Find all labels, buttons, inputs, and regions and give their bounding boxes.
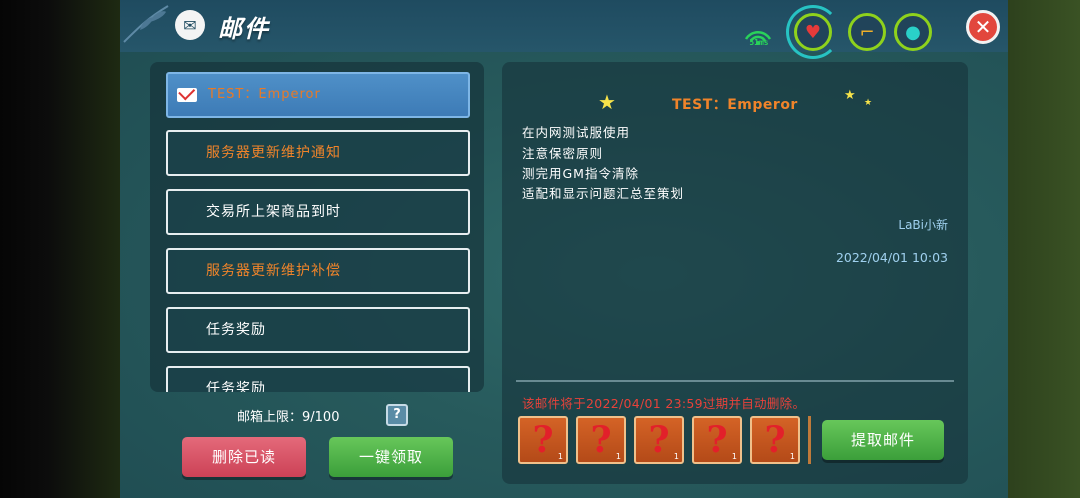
attachment-separator bbox=[808, 416, 811, 464]
screen-left-edge bbox=[0, 0, 120, 498]
close-button[interactable]: ✕ bbox=[966, 10, 1000, 44]
attachment-count: 1 bbox=[673, 452, 679, 461]
divider bbox=[516, 380, 954, 382]
envelope-icon bbox=[177, 88, 197, 102]
mail-body-line: 注意保密原则 bbox=[522, 146, 604, 161]
attachment-count: 1 bbox=[731, 452, 737, 461]
mail-item-label: TEST：Emperor bbox=[208, 87, 321, 102]
unknown-item-icon: ? bbox=[648, 419, 670, 461]
mail-title-icon: ✉ bbox=[175, 10, 205, 40]
star-icon: ★ bbox=[598, 90, 616, 114]
star-icon: ★ bbox=[844, 88, 856, 103]
mail-item-label: 服务器更新维护通知 bbox=[206, 145, 341, 161]
mail-detail: ★ ★ ★ TEST：Emperor 在内网测试服使用 注意保密原则 测完用GM… bbox=[502, 62, 968, 484]
mail-sender: LaBi小新 bbox=[898, 218, 948, 232]
stamina-stat[interactable]: ⌐ bbox=[848, 13, 886, 51]
mail-list[interactable]: TEST：Emperor 服务器更新维护通知 交易所上架商品到时 服务器更新维护… bbox=[150, 62, 484, 392]
mailbox-quota: 邮箱上限：9/100 bbox=[237, 410, 340, 425]
mail-body-line: 测完用GM指令清除 bbox=[522, 166, 639, 181]
attachment-slot[interactable]: ? 1 bbox=[750, 416, 800, 464]
mail-title: TEST：Emperor bbox=[672, 97, 798, 113]
attachment-count: 1 bbox=[789, 452, 795, 461]
star-icon: ★ bbox=[864, 98, 873, 108]
claim-all-button[interactable]: 一键领取 bbox=[329, 437, 453, 477]
world-right-backdrop bbox=[1000, 0, 1080, 498]
mail-item-label: 服务器更新维护补偿 bbox=[206, 263, 341, 279]
expire-notice: 该邮件将于2022/04/01 23:59过期并自动删除。 bbox=[522, 396, 806, 411]
mail-date: 2022/04/01 10:03 bbox=[835, 250, 948, 265]
attachment-count: 1 bbox=[615, 452, 621, 461]
help-button[interactable]: ? bbox=[386, 404, 408, 426]
unknown-item-icon: ? bbox=[706, 419, 728, 461]
mail-item[interactable]: 任务奖励 bbox=[166, 366, 470, 392]
leaf-decoration-icon bbox=[123, 5, 169, 43]
mail-panel: ✉ 邮件 51ms ♥ ⌐ ● ✕ TEST：Emperor 服务器更新维护通知 bbox=[120, 0, 1008, 498]
window-title: 邮件 bbox=[218, 15, 270, 43]
mail-item[interactable]: 交易所上架商品到时 bbox=[166, 189, 470, 235]
attachment-slot[interactable]: ? 1 bbox=[576, 416, 626, 464]
heart-stat[interactable]: ♥ bbox=[794, 13, 832, 51]
unknown-item-icon: ? bbox=[590, 419, 612, 461]
attachment-count: 1 bbox=[557, 452, 563, 461]
mail-body-line: 适配和显示问题汇总至策划 bbox=[522, 186, 685, 201]
claim-mail-button[interactable]: 提取邮件 bbox=[822, 420, 944, 460]
mail-item[interactable]: 任务奖励 bbox=[166, 307, 470, 353]
mail-body-line: 在内网测试服使用 bbox=[522, 125, 631, 140]
mail-item-label: 任务奖励 bbox=[206, 322, 266, 338]
ping-readout: 51ms bbox=[749, 38, 769, 47]
attachment-slot[interactable]: ? 1 bbox=[518, 416, 568, 464]
water-stat[interactable]: ● bbox=[894, 13, 932, 51]
mail-item[interactable]: 服务器更新维护补偿 bbox=[166, 248, 470, 294]
stamina-icon: ⌐ bbox=[859, 21, 875, 43]
attachment-slot[interactable]: ? 1 bbox=[692, 416, 742, 464]
mail-item-label: 任务奖励 bbox=[206, 381, 266, 392]
mail-item-selected[interactable]: TEST：Emperor bbox=[166, 72, 470, 118]
attachment-slot[interactable]: ? 1 bbox=[634, 416, 684, 464]
mail-item-label: 交易所上架商品到时 bbox=[206, 204, 341, 220]
close-icon: ✕ bbox=[974, 15, 992, 39]
water-drop-icon: ● bbox=[905, 21, 921, 43]
delete-read-button[interactable]: 删除已读 bbox=[182, 437, 306, 477]
heart-icon: ♥ bbox=[804, 21, 822, 43]
wifi-signal-icon bbox=[744, 30, 772, 45]
panel-header: ✉ 邮件 51ms ♥ ⌐ ● ✕ bbox=[120, 0, 1008, 59]
unknown-item-icon: ? bbox=[532, 419, 554, 461]
unknown-item-icon: ? bbox=[764, 419, 786, 461]
mail-item[interactable]: 服务器更新维护通知 bbox=[166, 130, 470, 176]
